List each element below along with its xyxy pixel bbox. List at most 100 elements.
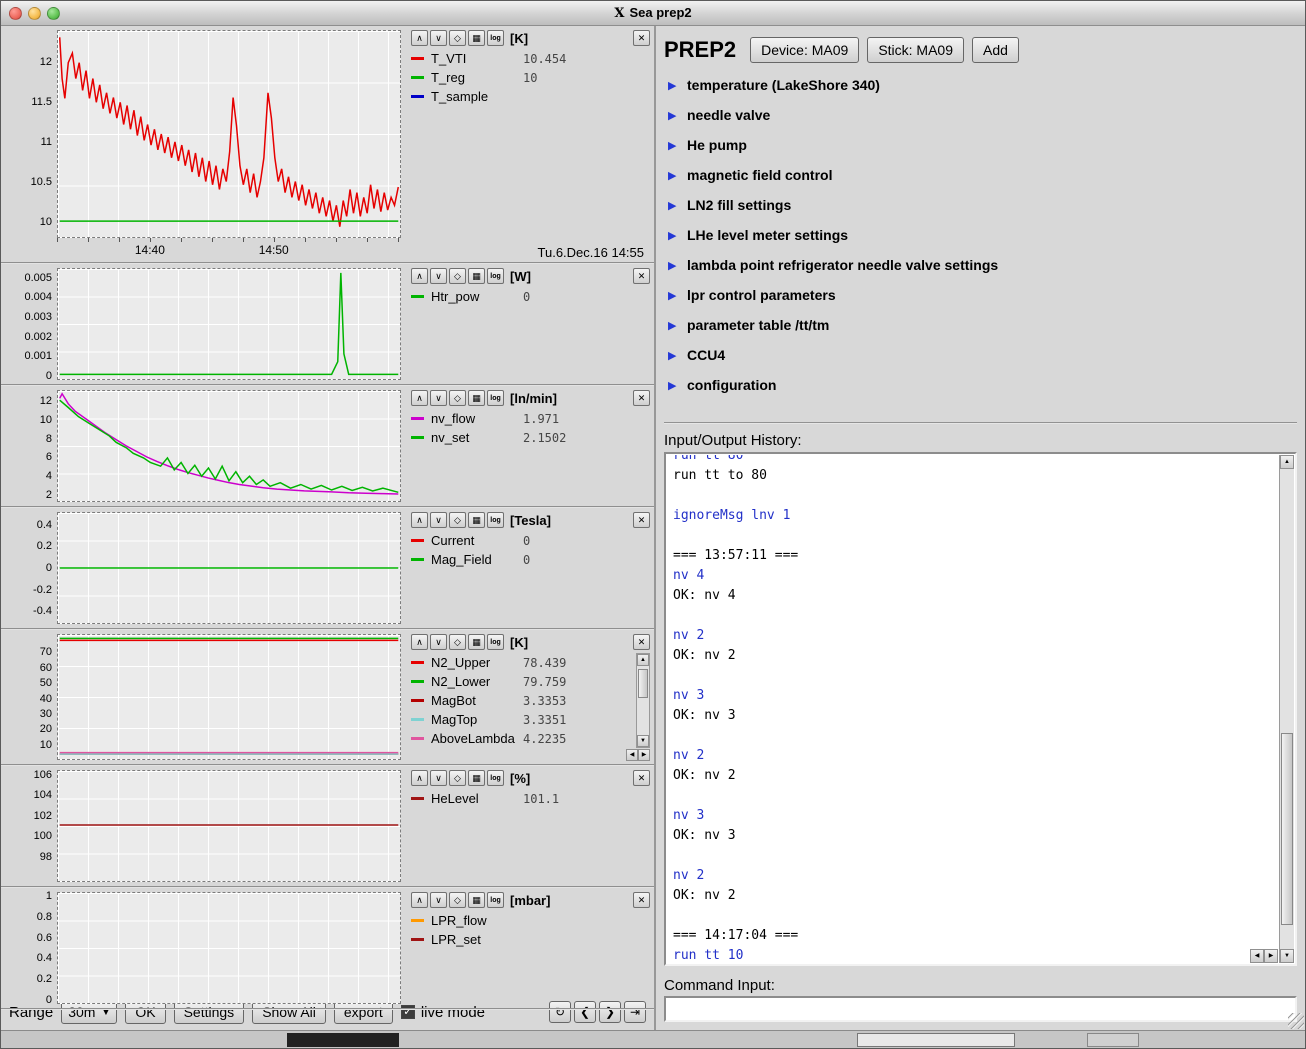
close-chart-button[interactable]: ✕ [633,268,650,284]
zoom-button[interactable]: ▦ [468,390,485,406]
auto-scale-button[interactable]: ◇ [449,634,466,650]
zoom-button[interactable]: ▦ [468,634,485,650]
legend-series-row[interactable]: N2_Upper78.439 [411,653,634,672]
log-scale-button[interactable]: log [487,634,504,650]
tree-item-configuration[interactable]: ▶configuration [664,370,1297,400]
zoom-button[interactable]: ▦ [468,268,485,284]
log-scale-button[interactable]: log [487,390,504,406]
tree-expand-arrow-icon[interactable]: ▶ [668,259,678,272]
legend-series-row[interactable]: MagBot3.3353 [411,691,634,710]
io-history-hscroll[interactable]: ◀ ▶ [1250,949,1278,963]
legend-scrollbar[interactable]: ▲▼ [636,653,650,748]
log-scale-button[interactable]: log [487,892,504,908]
scrollbar-thumb[interactable] [1281,733,1293,925]
scale-up-button[interactable]: ∧ [411,770,428,786]
plot-area-heater-power[interactable] [57,268,401,380]
tree-expand-arrow-icon[interactable]: ▶ [668,289,678,302]
scale-down-button[interactable]: ∨ [430,390,447,406]
close-chart-button[interactable]: ✕ [633,512,650,528]
close-window-button[interactable] [9,7,22,20]
plot-area-temperature[interactable] [57,30,401,238]
tree-expand-arrow-icon[interactable]: ▶ [668,229,678,242]
io-history-box[interactable]: run tt 80run tt to 80 ignoreMsg lnv 1 ==… [664,452,1297,966]
scroll-right-icon[interactable]: ▶ [1264,949,1278,963]
zoom-button[interactable]: ▦ [468,770,485,786]
tree-expand-arrow-icon[interactable]: ▶ [668,139,678,152]
device-button[interactable]: Device: MA09 [750,37,859,63]
legend-hscroll[interactable]: ◀▶ [411,749,650,762]
zoom-window-button[interactable] [47,7,60,20]
scroll-right-icon[interactable]: ▶ [638,749,650,761]
scroll-down-icon[interactable]: ▼ [1280,949,1294,963]
scale-down-button[interactable]: ∨ [430,770,447,786]
scroll-left-icon[interactable]: ◀ [626,749,638,761]
close-chart-button[interactable]: ✕ [633,634,650,650]
log-scale-button[interactable]: log [487,770,504,786]
io-history-scrollbar[interactable]: ▲ ▼ [1279,455,1294,963]
tree-expand-arrow-icon[interactable]: ▶ [668,199,678,212]
scrollbar-trough[interactable] [1280,469,1294,949]
tree-item-ln2-fill-settings[interactable]: ▶LN2 fill settings [664,190,1297,220]
add-button[interactable]: Add [972,37,1019,63]
auto-scale-button[interactable]: ◇ [449,268,466,284]
legend-series-row[interactable]: Htr_pow0 [411,287,650,306]
legend-series-row[interactable]: T_sample [411,87,650,106]
close-chart-button[interactable]: ✕ [633,390,650,406]
tree-item-needle-valve[interactable]: ▶needle valve [664,100,1297,130]
tree-item-lambda-point-refrigerator-nv-settings[interactable]: ▶lambda point refrigerator needle valve … [664,250,1297,280]
plot-area-cryo-temperatures[interactable] [57,634,401,760]
scale-up-button[interactable]: ∧ [411,30,428,46]
auto-scale-button[interactable]: ◇ [449,512,466,528]
scale-down-button[interactable]: ∨ [430,268,447,284]
tree-expand-arrow-icon[interactable]: ▶ [668,79,678,92]
legend-series-row[interactable]: LPR_set [411,930,650,949]
command-input[interactable] [664,996,1297,1022]
auto-scale-button[interactable]: ◇ [449,892,466,908]
legend-series-row[interactable]: LPR_flow [411,911,650,930]
close-chart-button[interactable]: ✕ [633,30,650,46]
legend-series-row[interactable]: nv_set2.1502 [411,428,650,447]
scroll-down-icon[interactable]: ▼ [637,735,649,747]
log-scale-button[interactable]: log [487,268,504,284]
legend-series-row[interactable]: Mag_Field0 [411,550,650,569]
scale-up-button[interactable]: ∧ [411,892,428,908]
scale-down-button[interactable]: ∨ [430,892,447,908]
scale-up-button[interactable]: ∧ [411,634,428,650]
tree-expand-arrow-icon[interactable]: ▶ [668,379,678,392]
log-scale-button[interactable]: log [487,30,504,46]
auto-scale-button[interactable]: ◇ [449,390,466,406]
tree-item-ccu4[interactable]: ▶CCU4 [664,340,1297,370]
tree-item-temperature[interactable]: ▶temperature (LakeShore 340) [664,70,1297,100]
scale-up-button[interactable]: ∧ [411,390,428,406]
tree-expand-arrow-icon[interactable]: ▶ [668,319,678,332]
legend-series-row[interactable]: T_VTI10.454 [411,49,650,68]
scale-up-button[interactable]: ∧ [411,268,428,284]
scrollbar-thumb[interactable] [638,669,648,698]
legend-series-row[interactable]: N2_Lower79.759 [411,672,634,691]
tree-item-parameter-table[interactable]: ▶parameter table /tt/tm [664,310,1297,340]
log-scale-button[interactable]: log [487,512,504,528]
tree-item-lpr-control-parameters[interactable]: ▶lpr control parameters [664,280,1297,310]
scroll-up-icon[interactable]: ▲ [1280,455,1294,469]
resize-grip[interactable] [1288,1013,1304,1029]
minimize-window-button[interactable] [28,7,41,20]
tree-item-he-pump[interactable]: ▶He pump [664,130,1297,160]
scroll-up-icon[interactable]: ▲ [637,654,649,666]
auto-scale-button[interactable]: ◇ [449,770,466,786]
legend-series-row[interactable]: T_reg10 [411,68,650,87]
tree-item-lhe-level-meter-settings[interactable]: ▶LHe level meter settings [664,220,1297,250]
window-titlebar[interactable]: XSea prep2 [1,1,1305,26]
tree-expand-arrow-icon[interactable]: ▶ [668,349,678,362]
legend-series-row[interactable]: Current0 [411,531,650,550]
legend-series-row[interactable]: MagTop3.3351 [411,710,634,729]
scroll-left-icon[interactable]: ◀ [1250,949,1264,963]
plot-area-he-level[interactable] [57,770,401,882]
scale-up-button[interactable]: ∧ [411,512,428,528]
legend-series-row[interactable]: AboveLambda4.2235 [411,729,634,748]
close-chart-button[interactable]: ✕ [633,892,650,908]
scale-down-button[interactable]: ∨ [430,634,447,650]
zoom-button[interactable]: ▦ [468,30,485,46]
scale-down-button[interactable]: ∨ [430,30,447,46]
zoom-button[interactable]: ▦ [468,892,485,908]
plot-area-magnetic-field[interactable] [57,512,401,624]
